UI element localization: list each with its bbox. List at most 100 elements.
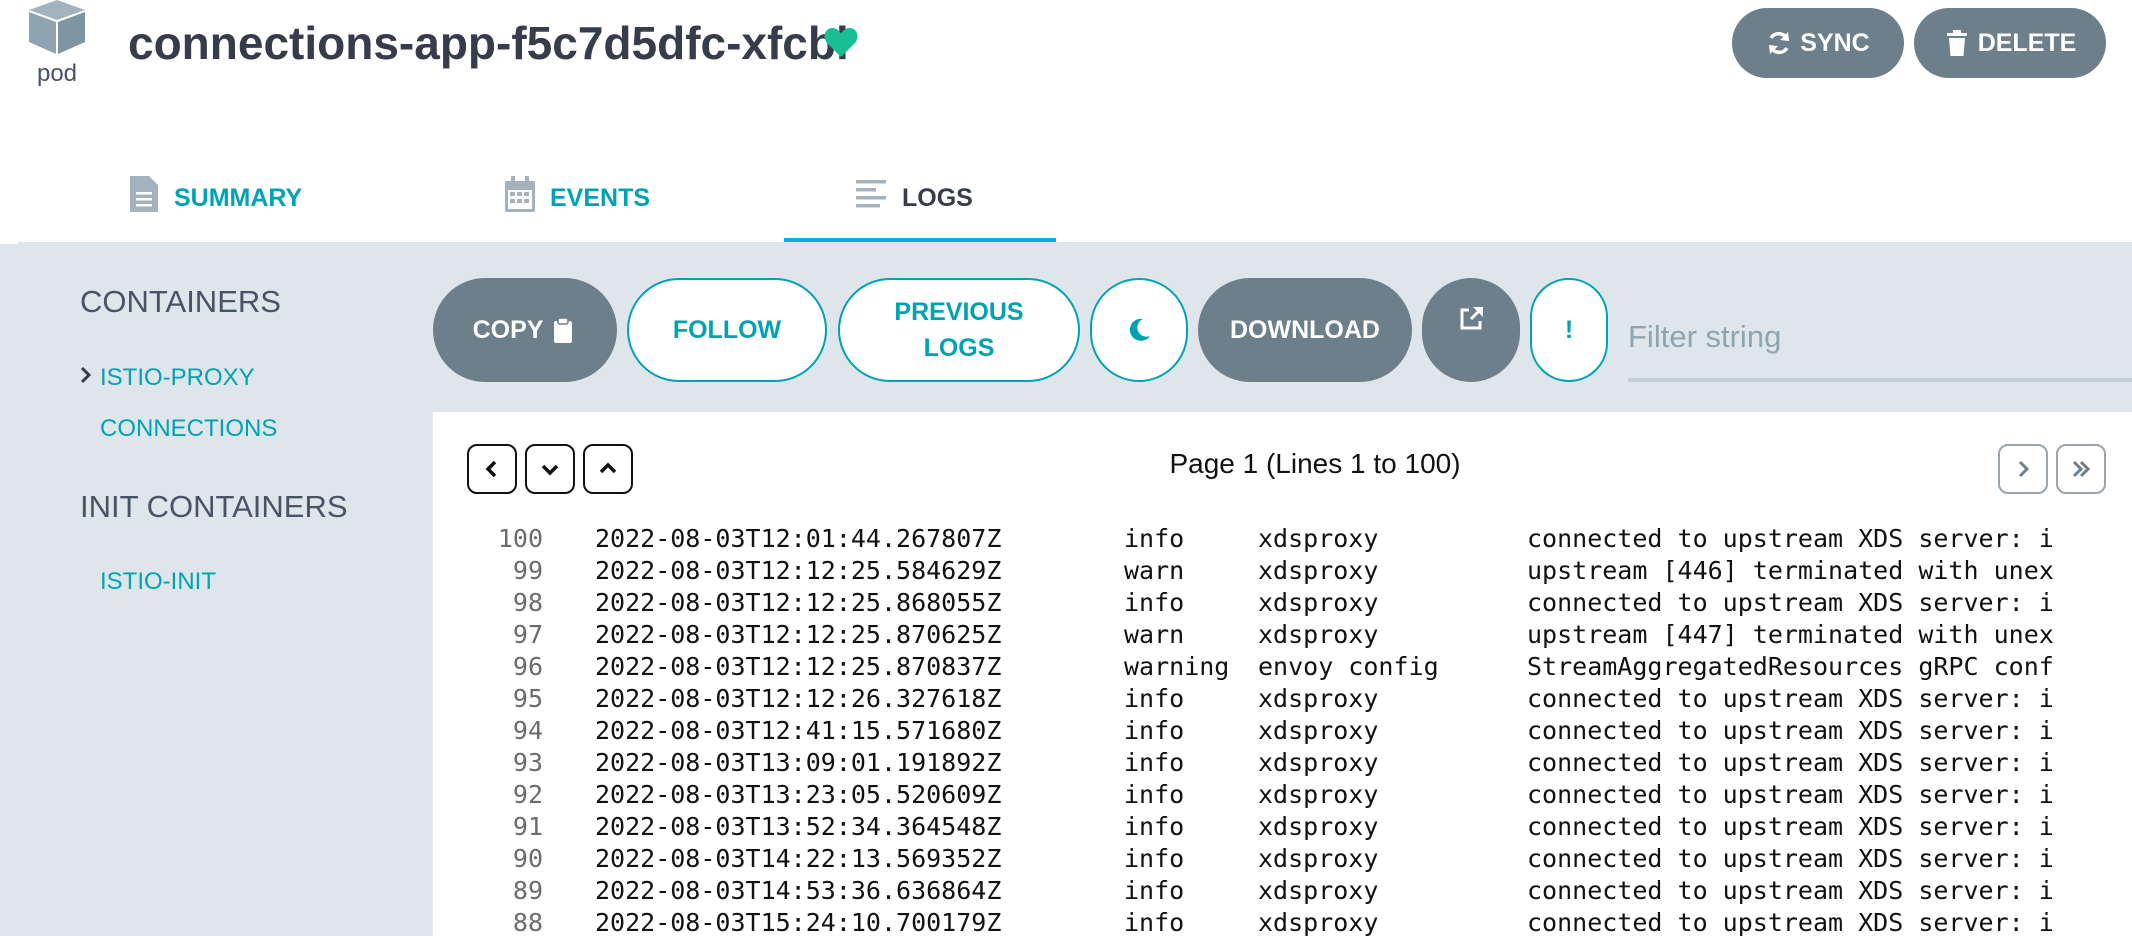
log-source: xdsproxy	[1258, 812, 1379, 841]
log-level: warning	[1124, 652, 1230, 681]
log-level: info	[1124, 716, 1185, 745]
external-link-icon	[1460, 307, 1483, 330]
healthy-heart-icon	[824, 28, 858, 57]
log-timestamp: 2022-08-03T12:12:25.870625Z	[595, 620, 1002, 649]
log-line-number: 99	[512, 556, 543, 585]
log-line-number: 96	[512, 652, 543, 681]
log-line-number: 97	[512, 620, 543, 649]
log-level: info	[1124, 812, 1185, 841]
delete-label: DELETE	[1977, 28, 2077, 57]
tab-events[interactable]: EVENTS	[504, 176, 650, 242]
show-warnings-button[interactable]: !	[1530, 278, 1608, 382]
log-line: 98 2022-08-03T12:12:25.868055Z info xdsprox…	[433, 588, 2132, 620]
chevron-up-icon	[599, 462, 617, 474]
log-source: xdsproxy	[1258, 684, 1379, 713]
container-connections[interactable]: CONNECTIONS	[100, 415, 277, 443]
download-label: DOWNLOAD	[1230, 316, 1380, 344]
log-source: xdsproxy	[1258, 588, 1379, 617]
resource-kind: pod	[27, 0, 87, 90]
log-message: connected to upstream XDS server: i	[1527, 876, 2054, 905]
log-timestamp: 2022-08-03T12:12:25.870837Z	[595, 652, 1002, 681]
log-message: upstream [446] terminated with unex	[1527, 556, 2054, 585]
log-level: warn	[1124, 620, 1185, 649]
delete-button[interactable]: DELETE	[1914, 8, 2106, 78]
log-line-number: 93	[512, 748, 543, 777]
log-line-number: 91	[512, 812, 543, 841]
last-page-button[interactable]	[2056, 444, 2106, 494]
page-title: connections-app-f5c7d5dfc-xfcbl	[128, 17, 849, 69]
log-message: StreamAggregatedResources gRPC conf	[1527, 652, 2054, 681]
sync-button[interactable]: SYNC	[1732, 8, 1904, 78]
follow-button[interactable]: FOLLOW	[627, 278, 827, 382]
moon-icon	[1129, 318, 1150, 341]
page-info: Page 1 (Lines 1 to 100)	[1169, 448, 1461, 479]
log-level: info	[1124, 844, 1185, 873]
container-istio-init[interactable]: ISTIO-INIT	[100, 568, 216, 596]
chevron-right-icon	[2018, 460, 2030, 478]
log-message: connected to upstream XDS server: i	[1527, 908, 2054, 936]
log-line: 91 2022-08-03T13:52:34.364548Z info xdsprox…	[433, 812, 2132, 844]
log-message: upstream [447] terminated with unex	[1527, 620, 2054, 649]
log-level: info	[1124, 524, 1185, 553]
chevron-right-icon	[80, 366, 92, 384]
chevron-down-icon	[541, 464, 559, 476]
containers-sidebar	[0, 244, 433, 936]
containers-heading: CONTAINERS	[80, 284, 281, 319]
log-message: connected to upstream XDS server: i	[1527, 524, 2054, 553]
log-timestamp: 2022-08-03T13:52:34.364548Z	[595, 812, 1002, 841]
log-line: 94 2022-08-03T12:41:15.571680Z info xdsprox…	[433, 716, 2132, 748]
tab-summary-label: SUMMARY	[174, 184, 303, 212]
log-level: info	[1124, 588, 1185, 617]
previous-label-line1: PREVIOUS	[894, 298, 1024, 326]
tab-summary[interactable]: SUMMARY	[128, 176, 303, 242]
tab-bar: SUMMARY EVENTS LOGS	[18, 160, 2132, 244]
log-source: xdsproxy	[1258, 844, 1379, 873]
log-level: info	[1124, 876, 1185, 905]
previous-page-button[interactable]	[467, 444, 517, 494]
log-message: connected to upstream XDS server: i	[1527, 780, 2054, 809]
active-tab-indicator	[784, 238, 1056, 242]
log-source: xdsproxy	[1258, 556, 1379, 585]
log-source: envoy config	[1258, 652, 1439, 681]
log-line: 93 2022-08-03T13:09:01.191892Z info xdsprox…	[433, 748, 2132, 780]
scroll-bottom-button[interactable]	[525, 444, 575, 494]
log-line: 99 2022-08-03T12:12:25.584629Z warn xdsprox…	[433, 556, 2132, 588]
tab-logs[interactable]: LOGS	[856, 178, 973, 242]
log-message: connected to upstream XDS server: i	[1527, 588, 2054, 617]
filter-input[interactable]	[1628, 296, 2132, 382]
log-message: connected to upstream XDS server: i	[1527, 716, 2054, 745]
log-line: 96 2022-08-03T12:12:25.870837Z warning envo…	[433, 652, 2132, 684]
log-line: 100 2022-08-03T12:01:44.267807Z info xdspro…	[433, 524, 2132, 556]
log-message: connected to upstream XDS server: i	[1527, 684, 2054, 713]
download-button[interactable]: DOWNLOAD	[1198, 278, 1412, 382]
log-timestamp: 2022-08-03T15:24:10.700179Z	[595, 908, 1002, 936]
copy-button[interactable]: COPY	[433, 278, 617, 382]
log-source: xdsproxy	[1258, 716, 1379, 745]
log-message: connected to upstream XDS server: i	[1527, 812, 2054, 841]
dark-mode-button[interactable]	[1090, 278, 1188, 382]
log-line: 92 2022-08-03T13:23:05.520609Z info xdsprox…	[433, 780, 2132, 812]
log-timestamp: 2022-08-03T13:09:01.191892Z	[595, 748, 1002, 777]
open-external-button[interactable]	[1422, 278, 1520, 382]
log-line: 90 2022-08-03T14:22:13.569352Z info xdsprox…	[433, 844, 2132, 876]
previous-label-line2: LOGS	[923, 334, 995, 362]
next-page-button[interactable]	[1998, 444, 2048, 494]
log-timestamp: 2022-08-03T12:01:44.267807Z	[595, 524, 1002, 553]
log-line-number: 92	[512, 780, 543, 809]
container-istio-proxy[interactable]: ISTIO-PROXY	[100, 364, 255, 392]
log-level: info	[1124, 748, 1185, 777]
copy-label: COPY	[472, 316, 544, 344]
log-line: 97 2022-08-03T12:12:25.870625Z warn xdsprox…	[433, 620, 2132, 652]
scroll-top-button[interactable]	[583, 444, 633, 494]
previous-logs-button[interactable]: PREVIOUS LOGS	[838, 278, 1080, 382]
lines-icon	[856, 180, 886, 208]
log-level: info	[1124, 684, 1185, 713]
log-line-number: 88	[512, 908, 543, 936]
log-line: 95 2022-08-03T12:12:26.327618Z info xdsprox…	[433, 684, 2132, 716]
follow-label: FOLLOW	[672, 316, 782, 344]
log-source: xdsproxy	[1258, 876, 1379, 905]
log-source: xdsproxy	[1258, 780, 1379, 809]
log-line-number: 94	[512, 716, 543, 745]
tab-logs-label: LOGS	[902, 184, 973, 212]
file-icon	[130, 176, 158, 212]
